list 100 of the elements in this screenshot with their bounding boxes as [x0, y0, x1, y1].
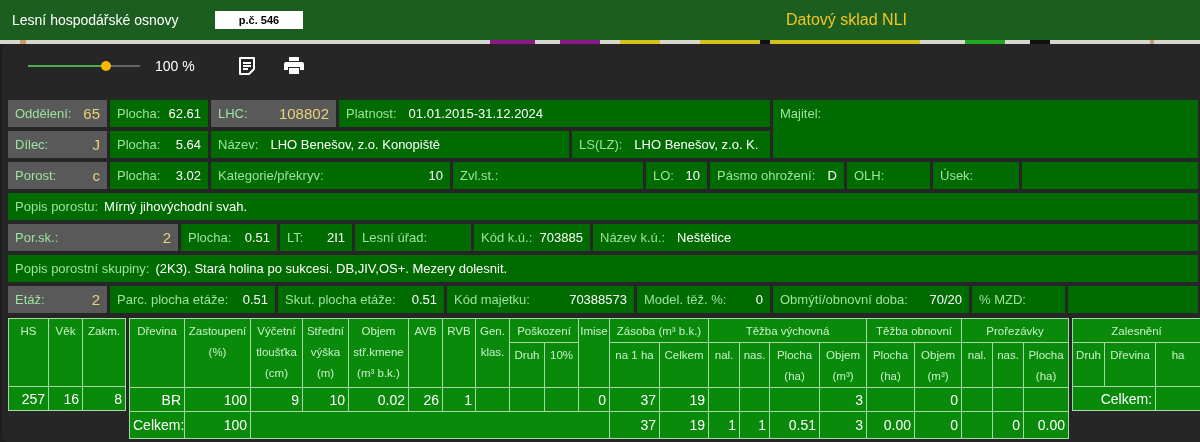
table-cell: 100: [184, 387, 251, 412]
app-title: Lesní hospodářské osnovy: [12, 12, 180, 28]
table-cell: 0.00: [1023, 411, 1069, 439]
column-header: Plocha (ha): [769, 342, 820, 388]
table-cell: [961, 411, 993, 439]
field-value: 108802: [278, 105, 329, 122]
field-label: Porost:: [15, 168, 57, 183]
field-value: 65: [83, 105, 100, 122]
column-header: Gen. klas.: [475, 318, 510, 388]
field-value: J: [92, 136, 100, 153]
table-cell: 0: [914, 387, 962, 412]
field-value: 70388573: [569, 292, 627, 307]
field-label: Por.sk.:: [15, 230, 59, 245]
zoom-slider[interactable]: [28, 60, 140, 72]
field-value: D: [827, 168, 837, 183]
column-header: Poškození: [509, 318, 579, 343]
column-header: Dřevina: [1104, 342, 1156, 387]
column-header: AVB: [408, 318, 443, 388]
table-cell: 3: [819, 411, 867, 439]
column-header: Zásoba (m³ b.k.): [609, 318, 709, 343]
field-value: Mírný jihovýchodní svah.: [104, 199, 248, 214]
table-cell: [769, 387, 820, 412]
column-header: Objem (m³): [914, 342, 962, 388]
column-header: Druh: [509, 342, 545, 388]
table-cell: Celkem:: [129, 411, 185, 439]
field-label: Úsek:: [940, 168, 974, 183]
document-icon: [237, 56, 257, 76]
table-cell: 3: [819, 387, 867, 412]
field-value: LHO Benešov, z.o. Konopiště: [270, 137, 441, 152]
field-label: Plocha:: [117, 168, 161, 183]
field-label: Oddělení:: [15, 106, 72, 121]
table-cell: 100: [184, 411, 251, 439]
column-header: nal.: [708, 342, 740, 388]
field-label: Pásmo ohrožení:: [717, 168, 816, 183]
table-cell: [1023, 387, 1069, 412]
column-header: Zalesnění: [1072, 318, 1200, 343]
table-cell: 257: [8, 386, 49, 411]
field-value: 10: [428, 168, 443, 183]
table-cell: 26: [408, 387, 443, 412]
column-header: Objem (m³): [819, 342, 867, 388]
table-cell: 19: [659, 387, 709, 412]
column-header: Výčetní tloušťka (cm): [250, 318, 303, 388]
field-label: Lesní úřad:: [362, 230, 428, 245]
field-label: Název:: [218, 137, 259, 152]
field-label: Dílec:: [15, 137, 49, 152]
column-header: Objem stř.kmene (m³ b.k.): [348, 318, 409, 388]
column-header: Plocha (ha): [866, 342, 915, 388]
table-cell: [961, 387, 993, 412]
field-value: 2: [91, 291, 100, 308]
column-header: Dřevina: [129, 318, 185, 388]
field-label: Zvl.st.:: [460, 168, 499, 183]
field-label: Kód majetku:: [454, 292, 530, 307]
table-cell: 1: [739, 411, 770, 439]
field-value: 70/20: [929, 292, 962, 307]
field-label: Parc. plocha etáže:: [117, 292, 229, 307]
field-label: Plocha:: [188, 230, 232, 245]
column-header: Zakm.: [82, 318, 126, 387]
field-value: 703885: [539, 230, 583, 245]
plot-number-badge: p.č. 546: [215, 11, 303, 29]
table-cell: 0: [578, 387, 610, 412]
table-cell: [739, 387, 770, 412]
table-cell: 1: [708, 411, 740, 439]
column-header: Těžba obnovní: [866, 318, 962, 343]
field-value: 2: [162, 229, 171, 246]
field-value: 5.64: [175, 137, 201, 152]
field-label: Obmýtí/obnovní doba:: [780, 292, 908, 307]
field-label: Majitel:: [780, 106, 822, 121]
field-label: Popis porostu:: [15, 199, 99, 214]
field-label: Kód k.ú.:: [481, 230, 533, 245]
field-label: OLH:: [854, 168, 885, 183]
column-header: Druh: [1072, 342, 1105, 387]
zoom-value: 100 %: [155, 58, 196, 74]
field-label: Platnost:: [346, 106, 397, 121]
field-value: 3.02: [175, 168, 201, 183]
field-value: 0.51: [411, 292, 437, 307]
column-header: HS: [8, 318, 49, 387]
table-cell: 37: [609, 387, 660, 412]
table-cell: 16: [48, 386, 83, 411]
field-label: Název k.ú.:: [600, 230, 666, 245]
field-label: LHC:: [218, 106, 248, 121]
column-header: RVB: [442, 318, 476, 388]
column-header: na 1 ha: [609, 342, 660, 388]
field-value: Neštětice: [677, 230, 732, 245]
field-label: % MZD:: [979, 292, 1026, 307]
table-cell: [708, 387, 740, 412]
field-value: 62.61: [168, 106, 201, 121]
field-label: Popis porostní skupiny:: [15, 261, 150, 276]
table-cell: 0: [914, 411, 962, 439]
table-cell: [509, 387, 545, 412]
field-value: (2K3). Stará holina po sukcesi. DB,JIV,OS+. Mezery dolesnit.: [155, 261, 508, 276]
table-cell: 10: [302, 387, 349, 412]
column-header: Imise: [578, 318, 610, 388]
column-header: Zastoupení (%): [184, 318, 251, 388]
app-name: Datový sklad NLI: [786, 11, 907, 29]
column-header: nas.: [992, 342, 1024, 388]
field-label: Kategorie/překryv:: [218, 168, 324, 183]
table-cell: 19: [659, 411, 709, 439]
field-label: Plocha:: [117, 106, 161, 121]
column-header: nas.: [739, 342, 770, 388]
table-cell: 0.51: [769, 411, 820, 439]
